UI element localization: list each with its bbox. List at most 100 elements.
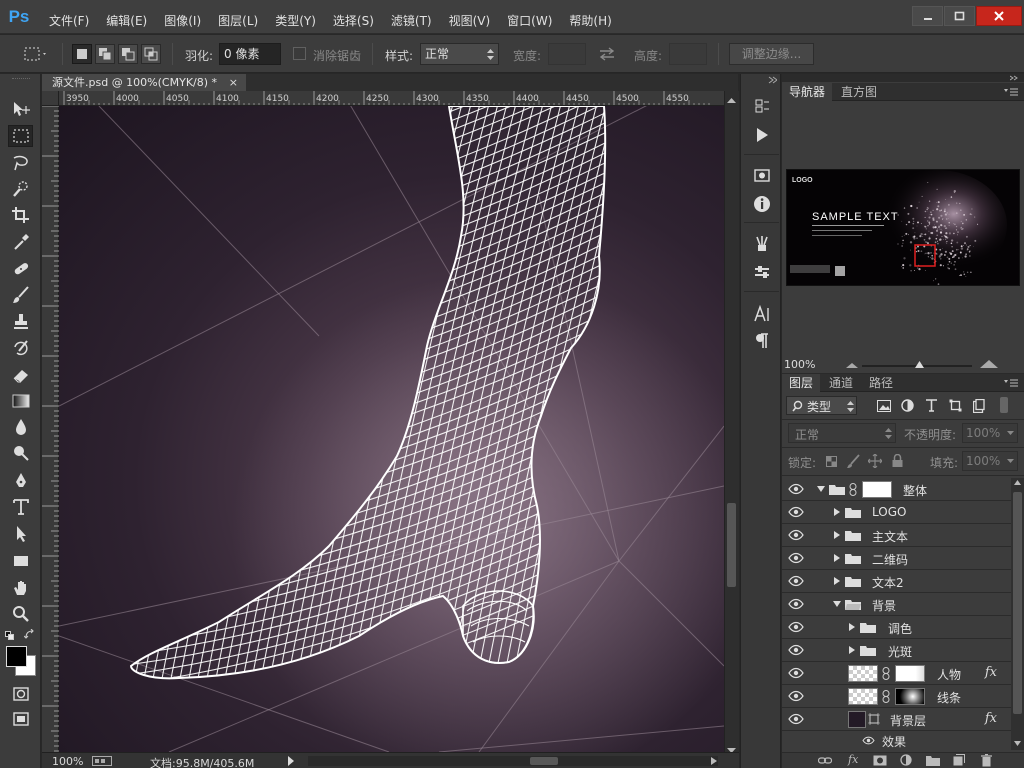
toolbox-grip[interactable] — [12, 78, 30, 81]
new-selection-button[interactable] — [72, 44, 92, 64]
close-window-button[interactable] — [976, 6, 1022, 26]
lock-transparency-icon[interactable] — [826, 456, 837, 467]
collapsed-arrow-icon[interactable] — [833, 554, 841, 562]
layer-thumbnail[interactable] — [848, 665, 878, 682]
layer-thumbnail[interactable] — [848, 711, 866, 728]
crop-tool[interactable] — [8, 204, 33, 226]
layer-row-group-qrcode[interactable]: 二维码 — [782, 547, 1011, 570]
visibility-eye-icon[interactable] — [788, 644, 804, 656]
visibility-eye-icon[interactable] — [788, 598, 804, 610]
menu-select[interactable]: 选择(S) — [333, 12, 374, 29]
antialias-checkbox[interactable] — [293, 47, 306, 60]
default-colors-button[interactable] — [5, 630, 15, 644]
layer-row-background-layer[interactable]: 背景层 fx — [782, 708, 1011, 731]
scrollbar-thumb[interactable] — [727, 503, 736, 587]
shape-tool[interactable] — [8, 550, 33, 572]
layer-row-group-main-text[interactable]: 主文本 — [782, 524, 1011, 547]
pen-tool[interactable] — [8, 470, 33, 492]
screen-mode-button[interactable] — [8, 708, 33, 730]
canvas-vertical-scrollbar[interactable] — [724, 91, 739, 752]
layer-mask-thumbnail[interactable] — [895, 688, 925, 705]
strip-collapse[interactable] — [745, 76, 777, 84]
quick-select-tool[interactable] — [8, 178, 33, 200]
collapsed-arrow-icon[interactable] — [833, 577, 841, 585]
scroll-right-icon[interactable] — [710, 756, 718, 766]
layers-panel-menu-icon[interactable] — [1004, 379, 1018, 387]
navigator-zoom-value[interactable]: 100% — [784, 358, 815, 371]
zoom-tool[interactable] — [8, 603, 33, 625]
expanded-arrow-icon[interactable] — [817, 485, 825, 493]
height-input[interactable] — [669, 43, 707, 65]
adjustments-panel-button[interactable] — [751, 164, 773, 186]
visibility-eye-icon[interactable] — [788, 667, 804, 679]
eraser-tool[interactable] — [8, 364, 33, 386]
filter-adjustment-icon[interactable] — [901, 399, 914, 412]
lock-all-icon[interactable] — [892, 454, 903, 467]
subtract-selection-button[interactable] — [118, 44, 138, 64]
type-tool[interactable] — [8, 496, 33, 518]
menu-file[interactable]: 文件(F) — [49, 12, 89, 29]
trash-icon[interactable] — [981, 754, 992, 767]
healing-brush-tool[interactable] — [8, 258, 33, 280]
menu-help[interactable]: 帮助(H) — [569, 12, 611, 29]
visibility-eye-icon[interactable] — [862, 736, 875, 745]
document-tab[interactable]: 源文件.psd @ 100%(CMYK/8) * × — [42, 74, 246, 91]
menu-type[interactable]: 类型(Y) — [275, 12, 316, 29]
chain-link-icon[interactable] — [882, 690, 890, 703]
paragraph-panel-button[interactable] — [751, 330, 773, 352]
layer-row-group-logo[interactable]: LOGO — [782, 501, 1011, 524]
arrow-up-icon[interactable] — [1014, 480, 1021, 485]
zoom-in-icon[interactable] — [980, 359, 998, 369]
new-group-icon[interactable] — [926, 755, 940, 766]
menu-layer[interactable]: 图层(L) — [218, 12, 258, 29]
visibility-eye-icon[interactable] — [788, 506, 804, 518]
brush-presets-button[interactable] — [751, 233, 773, 255]
lock-pixels-icon[interactable] — [847, 454, 861, 468]
document-canvas[interactable] — [59, 106, 724, 752]
ruler-origin[interactable] — [42, 91, 59, 106]
visibility-eye-icon[interactable] — [788, 529, 804, 541]
eyedropper-tool[interactable] — [8, 231, 33, 253]
dock-header[interactable] — [782, 74, 1024, 82]
layer-mask-thumbnail[interactable] — [862, 481, 892, 498]
tab-histogram[interactable]: 直方图 — [834, 83, 884, 101]
history-panel-button[interactable] — [751, 96, 773, 118]
menu-image[interactable]: 图像(I) — [164, 12, 201, 29]
collapsed-arrow-icon[interactable] — [833, 508, 841, 516]
status-menu-arrow-icon[interactable] — [287, 756, 295, 766]
gradient-tool[interactable] — [8, 390, 33, 412]
horizontal-scrollbar-thumb[interactable] — [530, 757, 558, 765]
lasso-tool[interactable] — [8, 152, 33, 174]
visibility-eye-icon[interactable] — [788, 575, 804, 587]
character-panel-button[interactable] — [751, 303, 773, 325]
tab-navigator[interactable]: 导航器 — [782, 83, 833, 101]
history-brush-tool[interactable] — [8, 337, 33, 359]
menu-edit[interactable]: 编辑(E) — [106, 12, 147, 29]
layer-row-group-color-adjust[interactable]: 调色 — [782, 616, 1011, 639]
arrow-down-icon[interactable] — [1014, 741, 1021, 746]
layer-mask-thumbnail[interactable] — [895, 665, 925, 682]
layer-row-group-text2[interactable]: 文本2 — [782, 570, 1011, 593]
swap-dimensions-button[interactable] — [598, 47, 616, 64]
opacity-input[interactable]: 100% — [962, 423, 1018, 443]
zoom-slider-thumb[interactable] — [915, 360, 924, 369]
refine-edge-button[interactable]: 调整边缘... — [729, 43, 814, 65]
feather-input[interactable]: 0 像素 — [219, 43, 281, 65]
filter-smart-object-icon[interactable] — [973, 399, 985, 413]
minimize-button[interactable] — [912, 6, 943, 26]
panel-menu-icon[interactable] — [1004, 88, 1018, 96]
new-adjustment-icon[interactable] — [900, 754, 912, 766]
expanded-arrow-icon[interactable] — [833, 600, 841, 608]
link-layers-icon[interactable] — [818, 756, 832, 765]
add-style-icon[interactable]: fx — [848, 753, 858, 766]
visibility-eye-icon[interactable] — [788, 483, 804, 495]
tool-presets-button[interactable] — [751, 262, 773, 284]
chain-link-icon[interactable] — [882, 667, 890, 680]
new-layer-icon[interactable] — [953, 754, 965, 766]
lock-position-icon[interactable] — [868, 454, 882, 468]
tab-layers[interactable]: 图层 — [782, 374, 821, 392]
horizontal-ruler[interactable]: 3950 4000 4050 4100 4150 4200 4250 4300 4350 4400… — [59, 91, 724, 106]
menu-view[interactable]: 视图(V) — [449, 12, 491, 29]
collapsed-arrow-icon[interactable] — [848, 646, 856, 654]
add-selection-button[interactable] — [95, 44, 115, 64]
